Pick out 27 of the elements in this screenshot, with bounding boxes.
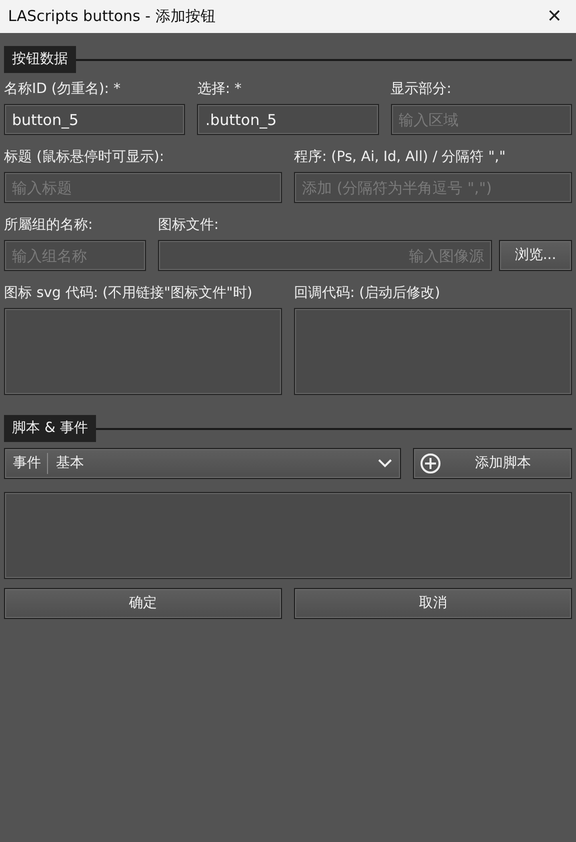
- field-label: 标题 (鼠标悬停时可显示):: [4, 148, 166, 167]
- field-label: 回调代码: (启动后修改): [294, 284, 442, 303]
- browse-button[interactable]: 浏览...: [499, 240, 572, 271]
- dropdown-label: 事件: [13, 453, 48, 474]
- script-editor[interactable]: [4, 492, 572, 579]
- ok-button[interactable]: 确定: [4, 588, 282, 619]
- section-title: 脚本 & 事件: [4, 415, 96, 442]
- text-area[interactable]: [4, 308, 282, 395]
- field-label: 选择: *: [197, 80, 242, 99]
- text-area[interactable]: [294, 308, 572, 395]
- input-field[interactable]: button_5: [4, 104, 186, 135]
- event-dropdown[interactable]: 事件 基本: [4, 448, 401, 479]
- field-label: 所屬组的名称:: [4, 216, 94, 235]
- field-label: 名称ID (勿重名): *: [4, 80, 122, 99]
- field-label: 图标 svg 代码: (不用链接"图标文件"时): [4, 284, 254, 303]
- input-field[interactable]: .button_5: [197, 104, 379, 135]
- close-button[interactable]: ✕: [542, 3, 566, 30]
- field-label: 程序: (Ps, Ai, Id, All) / 分隔符 ",": [294, 148, 507, 167]
- cancel-button[interactable]: 取消: [294, 588, 572, 619]
- field-label: 图标文件:: [158, 216, 220, 235]
- window-title: LAScripts buttons - 添加按钮: [8, 6, 216, 28]
- add-script-button[interactable]: 添加脚本: [413, 448, 572, 479]
- dropdown-value: 基本: [55, 454, 85, 473]
- plus-circle-icon: [420, 453, 441, 474]
- section-title: 按钮数据: [4, 46, 76, 73]
- field-label: 显示部分:: [390, 80, 452, 99]
- chevron-down-icon: [378, 459, 392, 468]
